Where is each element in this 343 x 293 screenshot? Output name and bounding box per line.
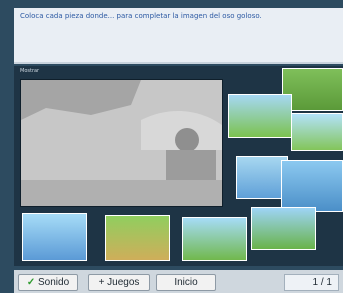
start-button-label: Inicio [174,277,198,288]
puzzle-piece[interactable] [105,215,170,261]
instructions-text: Coloca cada pieza donde... para completa… [20,12,262,20]
puzzle-piece[interactable] [22,213,87,261]
grayscale-scene-preview [21,80,222,206]
puzzle-piece[interactable] [182,217,247,261]
puzzle-piece[interactable] [291,113,343,151]
instructions-panel: Coloca cada pieza donde... para completa… [14,8,343,64]
puzzle-piece[interactable] [228,94,292,138]
check-icon: ✓ [26,277,36,288]
sound-button-label: Sonido [38,277,70,288]
preview-label: Mostrar [20,68,40,74]
page-counter: 1 / 1 [284,274,339,291]
preview-image [20,79,223,207]
more-games-button[interactable]: + Juegos [88,274,150,291]
puzzle-piece[interactable] [281,160,343,212]
more-games-button-label: + Juegos [98,277,140,288]
puzzle-piece[interactable] [251,207,316,250]
page-counter-text: 1 / 1 [312,277,332,288]
sound-button[interactable]: ✓ Sonido [18,274,78,291]
start-button[interactable]: Inicio [156,274,216,291]
